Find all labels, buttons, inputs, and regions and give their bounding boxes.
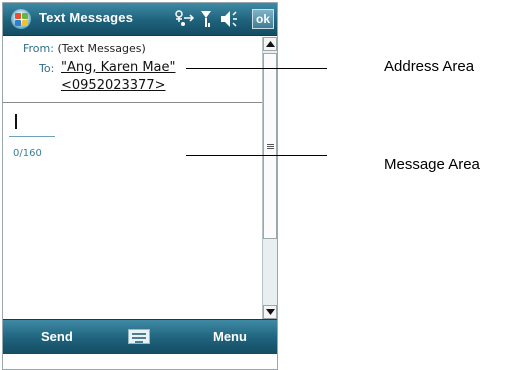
signal-icon[interactable] — [199, 9, 213, 33]
to-label: To: — [39, 62, 55, 75]
start-icon[interactable] — [11, 9, 31, 29]
volume-icon[interactable] — [219, 9, 239, 33]
app-title: Text Messages — [39, 10, 134, 25]
address-area-label: Address Area — [384, 58, 475, 75]
message-text-cursor[interactable] — [15, 114, 17, 129]
device-screen: Text Messages ok From: (Text Messages) T… — [2, 2, 278, 370]
scroll-up-arrow-icon[interactable] — [263, 37, 277, 51]
scroll-down-arrow-icon[interactable] — [263, 305, 277, 319]
send-softkey[interactable]: Send — [41, 329, 73, 344]
recipient-name-link[interactable]: "Ang, Karen Mae" — [61, 60, 175, 75]
address-area-leader-line — [186, 68, 327, 69]
message-area-label: Message Area — [384, 156, 480, 173]
connectivity-icon[interactable] — [173, 9, 195, 33]
from-value[interactable]: (Text Messages) — [57, 42, 145, 55]
vertical-scrollbar[interactable] — [262, 37, 277, 319]
from-label: From: — [23, 42, 54, 55]
keyboard-icon[interactable] — [128, 329, 150, 344]
message-area-leader-line — [186, 155, 327, 156]
title-bar: Text Messages ok — [3, 3, 277, 36]
from-row: From: (Text Messages) — [23, 42, 146, 55]
softkey-bar: Send Menu — [3, 319, 277, 354]
recipient-number-link[interactable]: <0952023377> — [61, 78, 166, 93]
compose-area: From: (Text Messages) To: "Ang, Karen Ma… — [3, 37, 262, 319]
scroll-thumb[interactable] — [263, 53, 277, 239]
message-input-underline — [9, 136, 55, 137]
menu-softkey[interactable]: Menu — [213, 329, 247, 344]
header-divider — [3, 102, 262, 103]
screenshot-stage: Text Messages ok From: (Text Messages) T… — [0, 0, 532, 370]
ok-button[interactable]: ok — [252, 9, 274, 29]
character-counter: 0/160 — [13, 148, 42, 159]
